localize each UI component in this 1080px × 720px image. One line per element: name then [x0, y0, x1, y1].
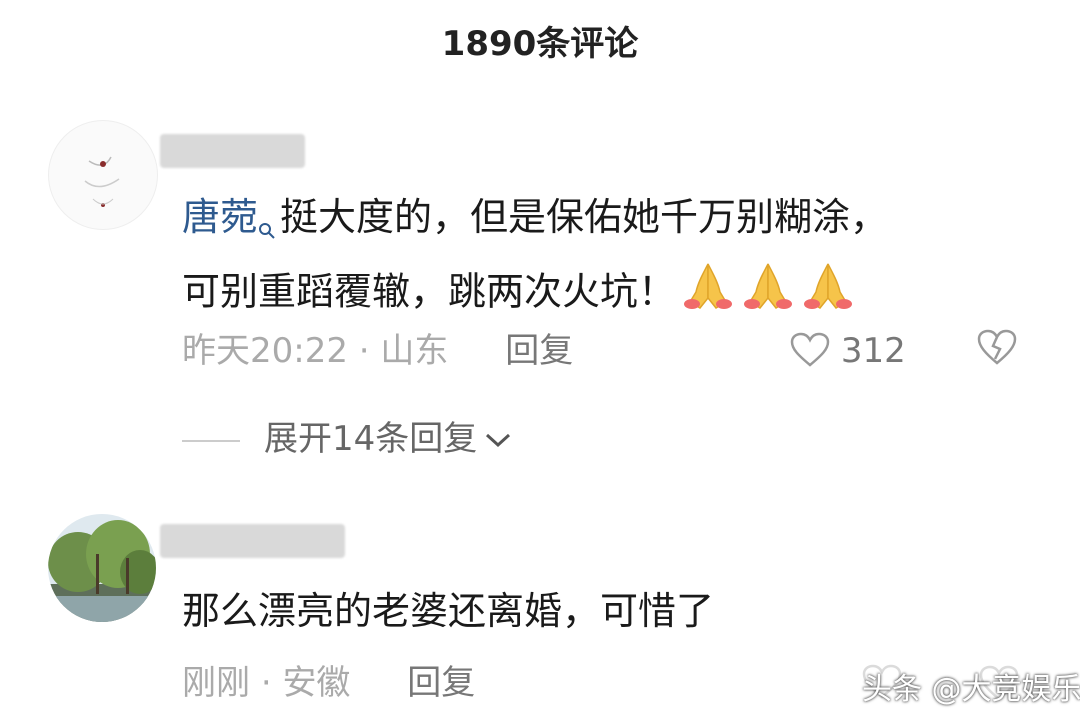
comment-meta: 刚刚 · 安徽 回复 — [182, 658, 475, 708]
meta-separator: · — [260, 663, 272, 703]
dislike-button[interactable] — [976, 328, 1018, 370]
avatar[interactable] — [48, 514, 156, 622]
reply-button[interactable]: 回复 — [407, 663, 475, 703]
username-blurred — [160, 134, 305, 168]
avatar[interactable] — [48, 120, 158, 230]
praying-hands-icon — [800, 258, 856, 330]
watermark: 头条 @大竞娱乐 — [862, 672, 1080, 707]
comment-location: 安徽 — [282, 663, 351, 703]
like-count: 312 — [840, 331, 906, 371]
reply-button[interactable]: 回复 — [505, 331, 573, 371]
comment-time: 昨天20:22 — [182, 331, 348, 371]
mention-link[interactable]: 唐菀 — [182, 195, 258, 239]
search-icon — [258, 196, 276, 258]
praying-hands-icon — [680, 258, 736, 330]
comment-location: 山东 — [380, 331, 449, 371]
expand-replies-label[interactable]: 展开14条回复 — [264, 419, 477, 459]
like-button[interactable]: 312 — [790, 326, 906, 376]
comment-text: 唐菀 挺大度的，但是保佑她千万别糊涂， 可别重蹈覆辙，跳两次火坑！ — [182, 186, 1042, 330]
praying-hands-icon — [740, 258, 796, 330]
chevron-down-icon — [483, 414, 513, 464]
expand-replies[interactable]: 展开14条回复 — [182, 414, 513, 464]
broken-heart-icon — [976, 329, 1018, 370]
comment-text: 那么漂亮的老婆还离婚，可惜了 — [182, 589, 715, 633]
heart-icon — [790, 331, 830, 371]
comment-line: 挺大度的，但是保佑她千万别糊涂， — [280, 195, 889, 239]
divider — [182, 439, 240, 442]
username-blurred — [160, 524, 345, 558]
comments-count-title: 1890条评论 — [441, 24, 639, 64]
comment-meta: 昨天20:22 · 山东 回复 — [182, 326, 573, 376]
meta-separator: · — [358, 331, 370, 371]
comment-time: 刚刚 — [182, 663, 250, 703]
comment-line: 可别重蹈覆辙，跳两次火坑！ — [182, 269, 677, 314]
